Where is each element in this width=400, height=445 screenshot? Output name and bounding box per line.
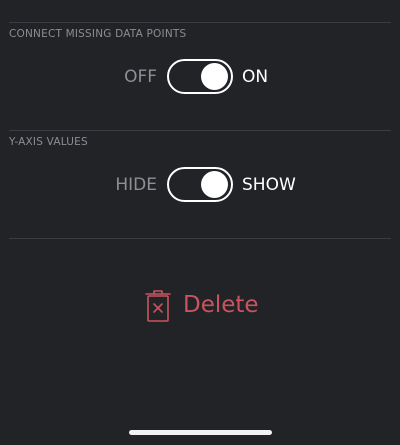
- connect-missing-on-label: ON: [242, 67, 269, 87]
- switch-knob: [201, 171, 228, 198]
- y-axis-toggle-row: HIDE SHOW: [0, 167, 400, 203]
- y-axis-hide-label: HIDE: [115, 175, 157, 195]
- top-divider: [9, 22, 391, 23]
- middle-divider: [9, 130, 391, 131]
- y-axis-switch[interactable]: [167, 167, 233, 202]
- bottom-divider: [9, 238, 391, 239]
- delete-label: Delete: [183, 292, 259, 318]
- home-indicator[interactable]: [129, 430, 272, 435]
- connect-missing-off-label: OFF: [124, 67, 157, 87]
- y-axis-show-label: SHOW: [242, 175, 296, 195]
- section-title-y-axis: Y-AXIS VALUES: [9, 136, 88, 148]
- switch-knob: [201, 63, 228, 90]
- section-title-connect-missing: CONNECT MISSING DATA POINTS: [9, 28, 187, 40]
- connect-missing-switch[interactable]: [167, 59, 233, 94]
- connect-missing-toggle-row: OFF ON: [0, 59, 400, 95]
- trash-icon: [145, 290, 171, 322]
